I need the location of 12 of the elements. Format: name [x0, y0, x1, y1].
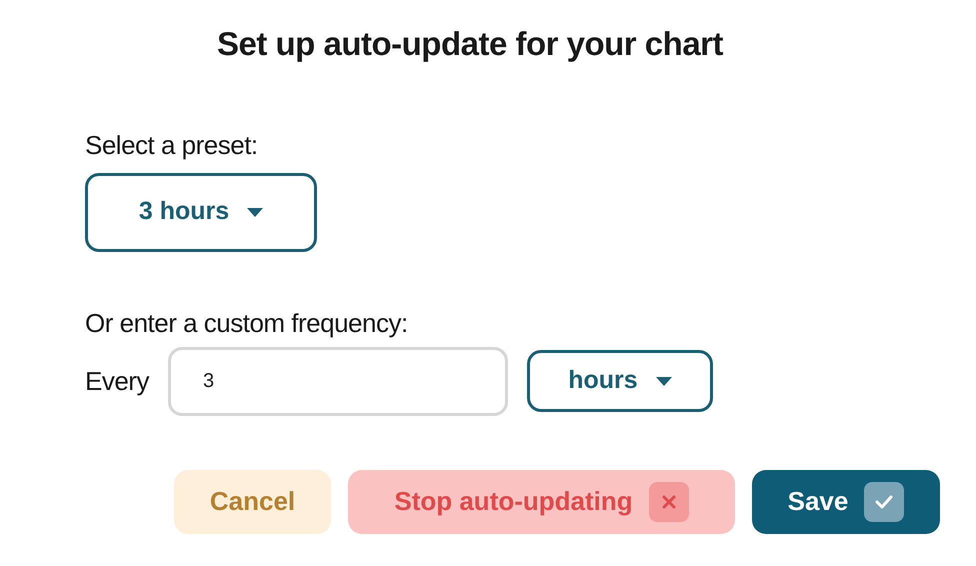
save-button[interactable]: Save: [752, 470, 940, 534]
custom-frequency-label: Or enter a custom frequency:: [85, 306, 409, 340]
preset-dropdown[interactable]: 3 hours: [85, 172, 317, 252]
dialog-title: Set up auto-update for your chart: [216, 24, 724, 64]
caret-icon: [247, 208, 264, 217]
check-icon: [864, 482, 904, 522]
unit-dropdown[interactable]: hours: [526, 350, 713, 412]
close-icon: [648, 482, 689, 522]
every-label: Every: [85, 364, 149, 398]
frequency-input[interactable]: 3: [168, 346, 508, 416]
preset-label: Select a preset:: [85, 128, 259, 162]
caret-icon: [656, 376, 672, 386]
